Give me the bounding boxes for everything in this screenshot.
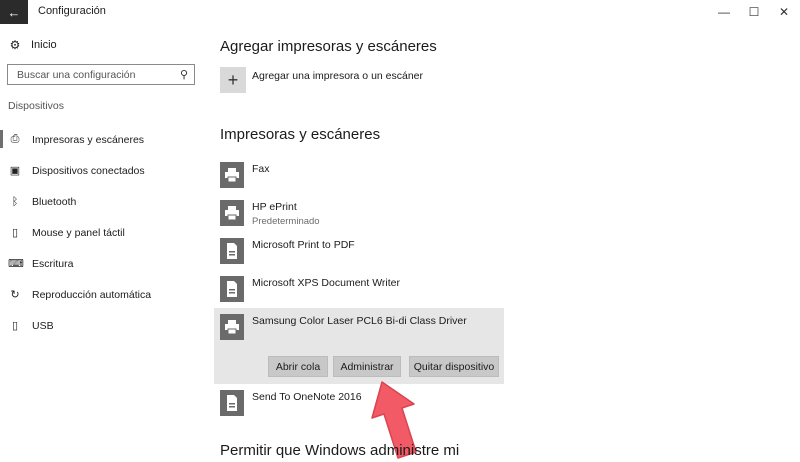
- printer-icon: ⎙: [10, 133, 20, 145]
- home-label: Inicio: [31, 39, 57, 51]
- sidebar-item-mouse[interactable]: ▯ Mouse y panel táctil: [0, 217, 206, 248]
- sidebar-item-typing[interactable]: ⌨ Escritura: [0, 248, 206, 279]
- autoplay-icon: ↻: [10, 289, 20, 301]
- close-button[interactable]: ✕: [772, 2, 796, 22]
- sidebar: ⚙ Inicio Buscar una configuración ⚲ Disp…: [0, 24, 206, 457]
- mouse-icon: ▯: [11, 227, 19, 239]
- maximize-icon: ☐: [748, 5, 760, 19]
- plus-icon: +: [220, 67, 246, 93]
- printer-icon: [220, 162, 244, 188]
- search-icon[interactable]: ⚲: [180, 68, 188, 81]
- search-input[interactable]: Buscar una configuración ⚲: [7, 64, 195, 85]
- sidebar-item-usb[interactable]: ▯ USB: [0, 310, 206, 341]
- sidebar-item-label: Bluetooth: [32, 195, 77, 208]
- sidebar-item-bluetooth[interactable]: ᛒ Bluetooth: [0, 186, 206, 217]
- device-name: Send To OneNote 2016: [252, 391, 362, 403]
- document-printer-icon: [220, 390, 244, 416]
- windows-manage-title: Permitir que Windows administre mi: [220, 442, 460, 459]
- sidebar-item-printers[interactable]: ⎙ Impresoras y escáneres: [0, 124, 206, 155]
- sidebar-item-label: Reproducción automática: [32, 288, 152, 301]
- section-label: Dispositivos: [8, 100, 65, 112]
- main-content: Agregar impresoras y escáneres + Agregar…: [206, 24, 800, 459]
- back-button[interactable]: ←: [0, 0, 28, 24]
- device-item-onenote[interactable]: Send To OneNote 2016: [220, 390, 362, 416]
- device-name: Samsung Color Laser PCL6 Bi-di Class Dri…: [252, 315, 467, 327]
- printer-icon: [220, 314, 244, 340]
- device-name: Fax: [252, 163, 270, 175]
- minimize-button[interactable]: —: [712, 2, 736, 22]
- document-printer-icon: [220, 276, 244, 302]
- window-title: Configuración: [38, 5, 106, 17]
- add-printer-button[interactable]: + Agregar una impresora o un escáner: [220, 67, 423, 93]
- sidebar-item-connected-devices[interactable]: ▣ Dispositivos conectados: [0, 155, 206, 186]
- device-name: Microsoft Print to PDF: [252, 239, 355, 251]
- sidebar-item-label: Escritura: [32, 257, 74, 270]
- search-placeholder: Buscar una configuración: [17, 69, 136, 81]
- sidebar-item-label: Impresoras y escáneres: [32, 133, 145, 146]
- printers-section-title: Impresoras y escáneres: [220, 126, 381, 143]
- device-name: HP ePrint: [252, 201, 297, 213]
- device-item-xps-writer[interactable]: Microsoft XPS Document Writer: [220, 276, 400, 302]
- add-section-title: Agregar impresoras y escáneres: [220, 38, 437, 55]
- sidebar-item-label: USB: [32, 319, 54, 332]
- device-item-samsung[interactable]: Samsung Color Laser PCL6 Bi-di Class Dri…: [220, 314, 467, 340]
- manage-button[interactable]: Administrar: [333, 356, 401, 377]
- maximize-button[interactable]: ☐: [742, 2, 766, 22]
- sidebar-item-label: Mouse y panel táctil: [32, 226, 125, 239]
- device-status: Predeterminado: [252, 216, 320, 227]
- title-bar: ← Configuración — ☐ ✕: [0, 0, 800, 24]
- sidebar-item-autoplay[interactable]: ↻ Reproducción automática: [0, 279, 206, 310]
- document-printer-icon: [220, 238, 244, 264]
- usb-icon: ▯: [11, 320, 19, 332]
- sidebar-item-label: Dispositivos conectados: [32, 164, 145, 177]
- device-item-fax[interactable]: Fax: [220, 162, 270, 188]
- printer-icon: [220, 200, 244, 226]
- devices-icon: ▣: [9, 165, 21, 177]
- home-link[interactable]: ⚙ Inicio: [8, 38, 57, 52]
- device-name: Microsoft XPS Document Writer: [252, 277, 401, 289]
- add-printer-label: Agregar una impresora o un escáner: [252, 70, 424, 82]
- close-icon: ✕: [778, 5, 790, 19]
- active-indicator: [0, 130, 3, 148]
- device-item-hp-eprint[interactable]: HP ePrint Predeterminado: [220, 200, 320, 227]
- gear-icon: ⚙: [9, 38, 21, 52]
- back-arrow-icon: ←: [7, 4, 21, 20]
- device-item-print-to-pdf[interactable]: Microsoft Print to PDF: [220, 238, 355, 264]
- sidebar-nav: ⎙ Impresoras y escáneres ▣ Dispositivos …: [0, 124, 206, 341]
- open-queue-button[interactable]: Abrir cola: [268, 356, 328, 377]
- bluetooth-icon: ᛒ: [11, 195, 19, 208]
- keyboard-icon: ⌨: [8, 258, 24, 270]
- minimize-icon: —: [718, 5, 730, 19]
- remove-device-button[interactable]: Quitar dispositivo: [409, 356, 499, 377]
